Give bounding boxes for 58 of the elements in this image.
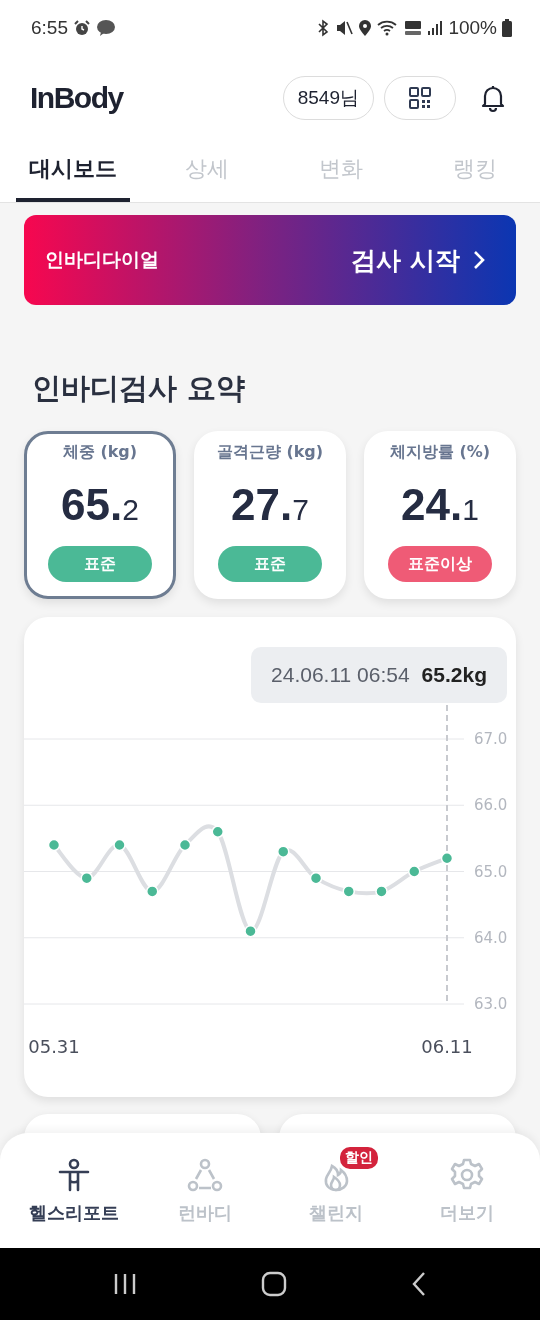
data-point[interactable] bbox=[211, 825, 224, 838]
data-point[interactable] bbox=[375, 885, 388, 898]
home-icon[interactable] bbox=[261, 1271, 287, 1297]
data-point[interactable] bbox=[178, 838, 192, 852]
metric-label: 체지방률 (%) bbox=[389, 442, 491, 463]
status-badge: 표준 bbox=[48, 546, 152, 582]
y-tick-label: 66.0 bbox=[474, 796, 508, 815]
data-point[interactable] bbox=[80, 871, 93, 885]
battery-percent: 100% bbox=[448, 17, 497, 39]
data-point[interactable] bbox=[146, 885, 159, 898]
status-badge: 표준 bbox=[218, 546, 322, 582]
signal-icon bbox=[427, 19, 444, 37]
data-point[interactable] bbox=[277, 845, 290, 858]
section-title: 인바디검사 요약 bbox=[32, 370, 247, 407]
metric-value: 65.2 bbox=[61, 478, 139, 531]
app-logo: InBody bbox=[30, 81, 123, 115]
y-tick-label: 67.0 bbox=[474, 730, 508, 748]
mute-icon bbox=[335, 19, 354, 37]
battery-icon bbox=[502, 19, 512, 37]
qr-button[interactable] bbox=[384, 76, 456, 120]
y-tick-label: 65.0 bbox=[474, 862, 508, 881]
chat-bubble-icon bbox=[96, 19, 116, 37]
tooltip-date: 24.06.11 06:54 bbox=[271, 663, 410, 687]
metric-value: 24.1 bbox=[401, 478, 479, 531]
banner-label: 인바디다이얼 bbox=[45, 247, 159, 272]
metric-value: 27.7 bbox=[231, 478, 309, 531]
banner-action: 검사 시작 bbox=[351, 244, 460, 277]
nav-item[interactable]: 헬스리포트 bbox=[8, 1133, 139, 1248]
metric-card[interactable]: 체지방률 (%) 24.1 표준이상 bbox=[364, 431, 516, 599]
data-point[interactable] bbox=[342, 885, 355, 898]
metric-label: 골격근량 (kg) bbox=[216, 442, 324, 463]
status-time: 6:55 bbox=[31, 17, 68, 39]
y-tick-label: 64.0 bbox=[474, 928, 508, 947]
sale-badge: 할인 bbox=[339, 1146, 378, 1169]
data-point[interactable] bbox=[47, 838, 61, 852]
metric-label: 체중 (kg) bbox=[62, 442, 138, 463]
data-point[interactable] bbox=[309, 871, 323, 885]
status-badge: 표준이상 bbox=[388, 546, 492, 582]
alarm-icon bbox=[73, 19, 91, 37]
three-circles-icon bbox=[186, 1156, 223, 1193]
data-point[interactable] bbox=[113, 838, 126, 852]
test-start-banner[interactable]: 인바디다이얼 검사 시작 bbox=[24, 215, 516, 305]
data-point[interactable] bbox=[244, 924, 257, 938]
data-point[interactable] bbox=[440, 852, 454, 865]
location-icon bbox=[358, 19, 373, 37]
bluetooth-icon bbox=[316, 19, 331, 37]
chevron-right-icon bbox=[472, 249, 486, 271]
tooltip-value: 65.2kg bbox=[421, 663, 487, 687]
qr-code-icon bbox=[408, 86, 432, 110]
x-tick-label: 06.11 bbox=[421, 1036, 473, 1057]
nav-item[interactable]: 할인 챌린지 bbox=[270, 1133, 401, 1248]
metric-card[interactable]: 체중 (kg) 65.2 표준 bbox=[24, 431, 176, 599]
tab[interactable]: 대시보드 bbox=[16, 140, 130, 202]
user-button[interactable]: 8549님 bbox=[282, 76, 374, 120]
metric-card[interactable]: 골격근량 (kg) 27.7 표준 bbox=[194, 431, 346, 599]
y-tick-label: 63.0 bbox=[474, 995, 508, 1013]
data-point[interactable] bbox=[408, 865, 421, 878]
x-tick-label: 05.31 bbox=[28, 1036, 80, 1057]
